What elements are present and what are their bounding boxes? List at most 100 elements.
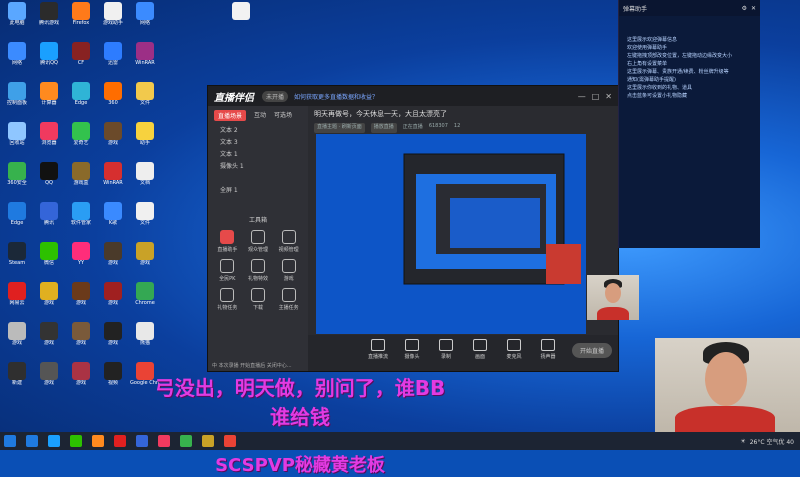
ctl-camera[interactable]: 摄像头 [400, 339, 424, 371]
desktop-icon[interactable]: 新建 [2, 362, 32, 396]
ctl-record[interactable]: 录制 [434, 339, 458, 371]
danmaku-helper-panel[interactable]: 弹幕助手 ⚙ ✕ 这里展示欢迎弹幕信息 欢迎使用弹幕助手 左键拖拽顶部改变位置，… [618, 0, 760, 248]
chat-header[interactable]: 弹幕助手 ⚙ ✕ [619, 0, 760, 16]
live-companion-window[interactable]: 直播伴侣 未开播 如何获取更多直播数据和收益？ — □ ✕ 直播场景 互动 可选… [207, 85, 619, 372]
desktop-icon[interactable]: 爱奇艺 [66, 122, 96, 156]
desktop-icon[interactable]: 文件 [130, 202, 160, 236]
desktop-icon[interactable]: WinRAR [98, 162, 128, 196]
desktop-icon[interactable] [226, 2, 256, 36]
layer-item[interactable]: 摄像头 1 [208, 161, 308, 173]
tool-video[interactable]: 视频管理 [273, 230, 304, 253]
windows-start-icon[interactable] [4, 435, 16, 447]
desktop-icon[interactable]: WinRAR [130, 42, 160, 76]
desktop-icon[interactable]: 浏览器 [34, 122, 64, 156]
weather-icon[interactable]: ☀ [740, 438, 745, 445]
desktop-icon[interactable]: 控制面板 [2, 82, 32, 116]
desktop-icon[interactable]: 软件管家 [66, 202, 96, 236]
taskbar-app-icon[interactable] [158, 435, 170, 447]
close-icon[interactable]: ✕ [751, 5, 756, 12]
desktop-icon[interactable]: 游戏 [34, 282, 64, 316]
tab-scene[interactable]: 直播场景 [214, 110, 247, 121]
minimize-icon[interactable]: — [578, 92, 586, 101]
layer-item[interactable]: 全屏 1 [208, 185, 308, 197]
desktop-icon[interactable]: 游戏 [98, 322, 128, 356]
desktop-icon[interactable]: 腾讯 [34, 202, 64, 236]
live-topic[interactable]: 明天再做号，今天休息一天，大且太漂亮了 [308, 106, 618, 123]
close-icon[interactable]: ✕ [605, 92, 612, 101]
desktop-icon[interactable]: 网易云 [2, 282, 32, 316]
desktop-icon[interactable]: 游戏 [34, 362, 64, 396]
app-titlebar[interactable]: 直播伴侣 未开播 如何获取更多直播数据和收益？ — □ ✕ [208, 86, 618, 106]
desktop-icon[interactable]: K歌 [98, 202, 128, 236]
desktop-icon[interactable]: 文档 [130, 162, 160, 196]
layer-item[interactable]: 文本 1 [208, 149, 308, 161]
layer-item[interactable]: 文本 2 [208, 125, 308, 137]
desktop-icon[interactable]: Steam [2, 242, 32, 276]
desktop-icon[interactable]: 计算器 [34, 82, 64, 116]
desktop-icon[interactable]: QQ [34, 162, 64, 196]
taskbar-app-icon[interactable] [224, 435, 236, 447]
taskbar-app-icon[interactable] [48, 435, 60, 447]
weather-text[interactable]: 26°C 空气优 40 [750, 437, 794, 446]
desktop-icon[interactable]: 网络 [130, 2, 160, 36]
taskbar-app-icon[interactable] [136, 435, 148, 447]
tool-gift-fx[interactable]: 礼物特效 [243, 259, 274, 282]
desktop-icon[interactable]: 游戏 [34, 322, 64, 356]
desktop-icon[interactable]: 回收站 [2, 122, 32, 156]
desktop-icon[interactable]: 游戏盒 [66, 162, 96, 196]
desktop-icon[interactable]: 游戏 [66, 282, 96, 316]
settings-icon[interactable]: ⚙ [742, 5, 747, 12]
desktop-icon[interactable]: 游戏 [130, 242, 160, 276]
desktop-icon[interactable]: Edge [66, 82, 96, 116]
layer-item[interactable]: 文本 3 [208, 137, 308, 149]
ctl-mic[interactable]: 麦克风 [502, 339, 526, 371]
taskbar-app-icon[interactable] [70, 435, 82, 447]
desktop-icon[interactable]: 助手 [130, 122, 160, 156]
ctl-speaker[interactable]: 扬声器 [536, 339, 560, 371]
help-link[interactable]: 如何获取更多直播数据和收益？ [294, 92, 378, 101]
desktop-icon[interactable]: 游戏 [98, 122, 128, 156]
desktop-icon[interactable]: 游戏 [66, 362, 96, 396]
desktop-icon[interactable]: 迅雷 [98, 42, 128, 76]
tool-host-task[interactable]: 主播任务 [273, 288, 304, 311]
tool-pk[interactable]: 全民PK [212, 259, 243, 282]
desktop-icon[interactable]: 微信 [34, 242, 64, 276]
desktop-icon[interactable]: CF [66, 42, 96, 76]
stat-item[interactable]: 播放直播 [370, 123, 397, 133]
stream-preview[interactable] [316, 134, 586, 334]
desktop-icon[interactable]: 360安全 [2, 162, 32, 196]
tool-audience[interactable]: 观众管理 [243, 230, 274, 253]
desktop-icon[interactable]: 游戏 [66, 322, 96, 356]
tool-gift-task[interactable]: 礼物任务 [212, 288, 243, 311]
layer-item[interactable] [208, 173, 308, 185]
desktop-icon[interactable]: 游戏助手 [98, 2, 128, 36]
desktop-icon[interactable]: Firefox [66, 2, 96, 36]
tab-interact[interactable]: 互动 [254, 110, 266, 121]
tool-live-assistant[interactable]: 直播助手 [212, 230, 243, 253]
desktop-icon[interactable]: 游戏 [2, 322, 32, 356]
desktop-icon[interactable]: 此电脑 [2, 2, 32, 36]
desktop-icon[interactable]: Edge [2, 202, 32, 236]
taskbar-app-icon[interactable] [202, 435, 214, 447]
desktop-icon[interactable]: Chrome [130, 282, 160, 316]
desktop-icon[interactable]: 熊猫 [130, 322, 160, 356]
desktop-icon[interactable]: 游戏 [98, 282, 128, 316]
taskbar-app-icon[interactable] [114, 435, 126, 447]
ctl-screen[interactable]: 画面 [468, 339, 492, 371]
tool-game[interactable]: 游戏 [273, 259, 304, 282]
taskbar-app-icon[interactable] [92, 435, 104, 447]
maximize-icon[interactable]: □ [592, 92, 600, 101]
desktop-icon[interactable]: 腾讯游戏 [34, 2, 64, 36]
desktop-icon[interactable]: 文件 [130, 82, 160, 116]
taskbar-app-icon[interactable] [26, 435, 38, 447]
taskbar-app-icon[interactable] [180, 435, 192, 447]
stat-item[interactable]: 直播主题 · 刷新页面 [314, 123, 365, 133]
tab-optional[interactable]: 可选场 [274, 110, 292, 121]
ctl-stream[interactable]: 直播推流 [366, 339, 390, 371]
desktop-icon[interactable]: 游戏 [98, 242, 128, 276]
desktop-icon[interactable]: 腾讯QQ [34, 42, 64, 76]
desktop-icon[interactable]: 网络 [2, 42, 32, 76]
tool-download[interactable]: 下载 [243, 288, 274, 311]
desktop-icon[interactable]: YY [66, 242, 96, 276]
desktop-icon[interactable]: 360 [98, 82, 128, 116]
